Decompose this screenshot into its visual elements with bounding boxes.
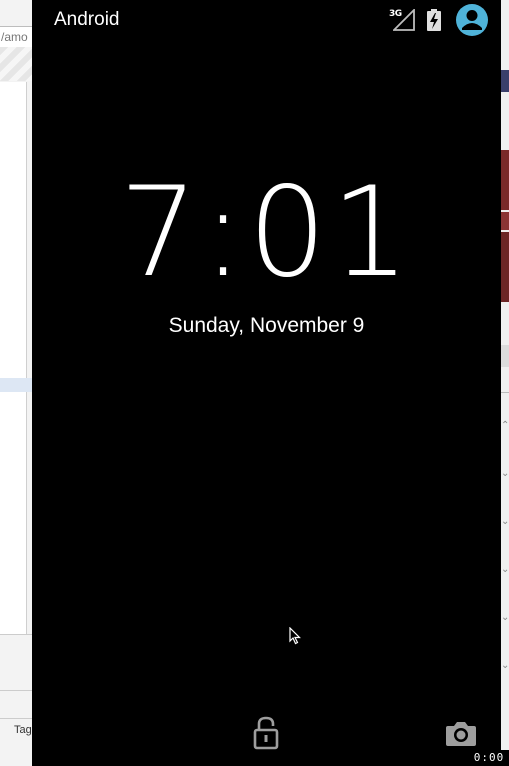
- background-browser-right: ⌃ ⌄ ⌄ ⌄ ⌄ ⌄: [501, 0, 509, 766]
- background-thumbnail: [501, 232, 509, 302]
- background-panel: [0, 82, 27, 634]
- status-bar-carrier-label: Android: [54, 9, 120, 30]
- android-lockscreen: Android 3G 7:01 Sunday, November 9: [32, 0, 501, 766]
- background-url-bar: /amo: [0, 26, 33, 48]
- background-thumbnail: [501, 150, 509, 210]
- background-divider: [0, 634, 32, 635]
- background-block: [501, 345, 509, 367]
- battery-charging-icon: [427, 9, 441, 31]
- lockscreen-clock: 7:01: [119, 161, 414, 305]
- background-chevron-icon: ⌃: [501, 420, 509, 431]
- signal-icon: [393, 9, 415, 31]
- mouse-cursor-icon: [289, 627, 301, 645]
- lockscreen-date: Sunday, November 9: [168, 314, 365, 337]
- background-chevron-icon: ⌄: [501, 660, 509, 671]
- background-thumbnail: [501, 212, 509, 230]
- recording-timer: 0:00: [469, 750, 509, 766]
- background-chevron-icon: ⌄: [501, 612, 509, 623]
- background-divider: [0, 718, 32, 719]
- background-block: [501, 70, 509, 92]
- background-chevron-icon: ⌄: [501, 564, 509, 575]
- background-chevron-icon: ⌄: [501, 468, 509, 479]
- background-divider: [501, 392, 509, 393]
- screen-recording: /amo Tag ⌃ ⌄ ⌄ ⌄ ⌄ ⌄ Android 3G 7:01 Sun…: [0, 0, 509, 766]
- background-tag-label: Tag: [14, 724, 32, 736]
- unlock-icon[interactable]: [253, 716, 279, 750]
- background-highlight-row: [0, 378, 32, 392]
- background-stripes: [0, 47, 32, 81]
- user-avatar-icon[interactable]: [455, 3, 489, 37]
- background-browser-left: /amo Tag: [0, 0, 33, 766]
- background-chevron-icon: ⌄: [501, 516, 509, 527]
- camera-icon[interactable]: [445, 719, 477, 747]
- background-divider: [0, 690, 32, 691]
